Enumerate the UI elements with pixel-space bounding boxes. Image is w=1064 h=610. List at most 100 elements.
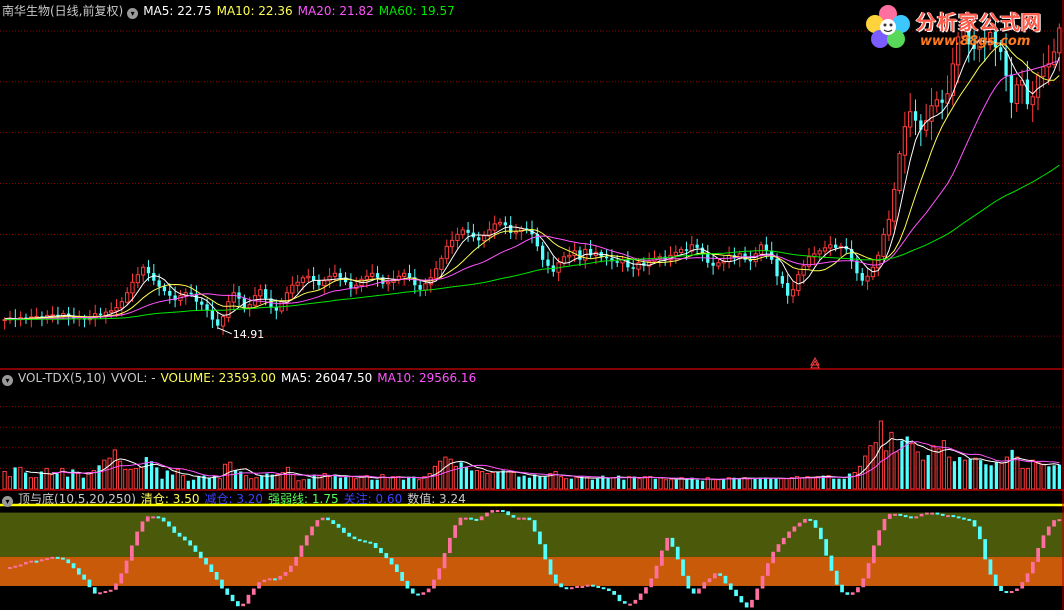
candle-body	[1035, 75, 1041, 98]
indicator_panel-legend-item: 顶与底(10,5,20,250)	[18, 492, 136, 506]
volume-bar	[474, 469, 480, 490]
candle-body	[407, 273, 412, 278]
settings-icon[interactable]: ▾	[2, 496, 13, 507]
volume-bar	[160, 478, 164, 489]
volume-bar	[742, 477, 747, 490]
volume-bar	[490, 472, 495, 490]
indicator-bar	[914, 516, 919, 519]
indicator-bar	[702, 582, 707, 589]
indicator-bar	[474, 518, 479, 521]
volume-bar	[878, 420, 884, 490]
volume-bar	[815, 476, 821, 490]
volume_panel-legend-item: VVOL: -	[111, 371, 156, 385]
indicator-bar	[246, 594, 251, 604]
candle-body	[897, 153, 902, 192]
settings-icon[interactable]: ▾	[2, 375, 13, 386]
indicator-bar	[379, 548, 383, 554]
volume-bar	[197, 476, 201, 489]
indicator-bar	[580, 585, 585, 588]
candle-body	[264, 289, 268, 299]
candle-body	[764, 244, 769, 251]
indicator-bar	[866, 563, 871, 579]
volume-bar	[1015, 456, 1020, 490]
volume-bar	[333, 474, 337, 489]
candle-body	[876, 254, 881, 269]
indicator-bar	[516, 517, 521, 520]
indicator-bar	[596, 585, 601, 588]
candle-body	[716, 262, 721, 267]
volume-bar	[180, 475, 186, 490]
indicator-bar	[18, 564, 23, 567]
volume-bar	[647, 476, 653, 490]
indicator-bar	[824, 539, 829, 556]
indicator-bar	[405, 580, 410, 589]
volume-bar	[55, 473, 59, 489]
volume-bar	[611, 477, 616, 490]
volume-bar	[968, 459, 972, 489]
volume-bar	[847, 473, 852, 489]
volume-bar	[837, 478, 841, 489]
volume-bar	[275, 474, 280, 490]
volume-bar	[685, 479, 689, 489]
volume-legend: ▾ VOL-TDX(5,10) VVOL: - VOLUME: 23593.00 MA5…	[2, 371, 486, 386]
settings-icon[interactable]: ▾	[127, 8, 139, 19]
volume-bar	[637, 478, 642, 490]
indicator-bar	[23, 561, 28, 565]
indicator-bar	[538, 531, 542, 545]
indicator-bar	[490, 510, 495, 513]
indicator-bar	[262, 579, 267, 583]
indicator-bar	[808, 518, 813, 521]
indicator-bar	[124, 560, 129, 574]
indicator-bar	[257, 582, 261, 589]
candle-body	[216, 319, 220, 326]
volume-bar	[375, 479, 379, 489]
indicator-bar	[734, 589, 738, 597]
candle-body	[125, 292, 130, 303]
indicator-bar	[882, 518, 887, 531]
indicator-bar	[967, 518, 972, 521]
volume-bar	[538, 476, 542, 489]
indicator-bar	[363, 540, 367, 543]
indicator-bar	[898, 513, 903, 516]
candle-body	[775, 258, 779, 277]
volume-bar	[123, 468, 128, 490]
volume-bar	[470, 470, 474, 489]
indicator-bar	[765, 563, 770, 576]
indicator-bar	[1046, 526, 1051, 536]
indicator-panel	[0, 503, 1064, 608]
candle-body	[780, 276, 785, 284]
indicator-bar	[1004, 591, 1009, 594]
indicator-bar	[177, 532, 182, 537]
volume-bar	[1047, 466, 1051, 489]
indicator-bar	[1015, 588, 1019, 592]
indicator-bar	[108, 589, 113, 592]
indicator-bar	[82, 574, 87, 580]
candle-body	[1057, 27, 1062, 54]
stock-chart[interactable]: 14.91	[0, 0, 1064, 610]
indicator-bar	[421, 592, 426, 595]
volume-bar	[789, 477, 794, 490]
volume-bar	[947, 456, 952, 490]
indicator-bar	[956, 516, 961, 519]
indicator-bar	[140, 521, 145, 532]
volume-bar	[102, 459, 107, 490]
volume-bar	[464, 467, 469, 489]
indicator-bar	[813, 520, 818, 528]
volume-bar	[155, 467, 159, 489]
logo-url[interactable]: www.88gs.com	[920, 34, 1030, 49]
volume-bar	[774, 478, 778, 489]
volume-bar	[396, 476, 401, 490]
volume-bar	[112, 449, 117, 490]
indicator_panel-legend-item: 强弱线: 1.75	[268, 492, 339, 506]
indicator-bar	[760, 575, 765, 589]
candle-body	[386, 281, 391, 285]
price-legend: 南华生物(日线,前复权) ▾ MA5: 22.75 MA10: 22.36 MA20: …	[2, 4, 465, 19]
volume-bar	[301, 479, 306, 490]
indicator-bar	[442, 553, 447, 569]
volume-bar	[1031, 459, 1036, 490]
candle-body	[168, 291, 172, 296]
volume-bar	[207, 477, 211, 489]
indicator-bar	[718, 573, 723, 576]
candle-body	[615, 261, 619, 263]
indicator-bar	[728, 583, 733, 590]
